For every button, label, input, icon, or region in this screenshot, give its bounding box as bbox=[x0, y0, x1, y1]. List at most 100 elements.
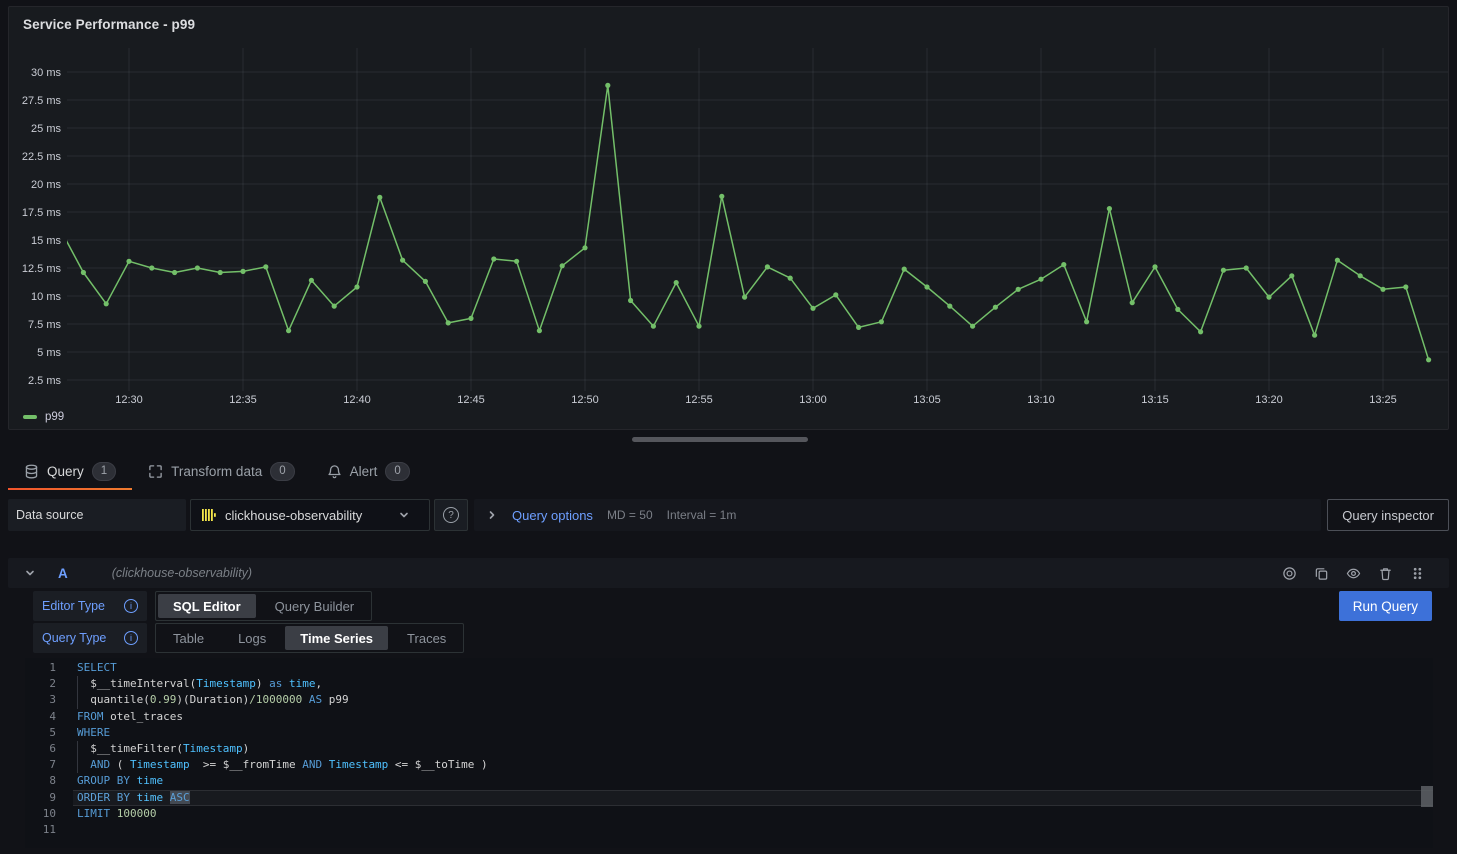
query-row-header[interactable]: A (clickhouse-observability) bbox=[8, 558, 1449, 588]
sql-code: quantile(0.99)(Duration)/1000000 AS p99 bbox=[77, 692, 349, 708]
tab-query-label: Query bbox=[47, 464, 84, 479]
sql-line-2[interactable]: 2 $__timeInterval(Timestamp) as time, bbox=[25, 676, 1433, 692]
y-axis-tick-label: 25 ms bbox=[31, 123, 61, 135]
sql-code: LIMIT 100000 bbox=[77, 806, 157, 822]
tab-query[interactable]: Query 1 bbox=[8, 452, 132, 490]
y-axis-tick-label: 30 ms bbox=[31, 67, 61, 79]
sql-line-6[interactable]: 6 $__timeFilter(Timestamp) bbox=[25, 741, 1433, 757]
sql-line-11[interactable]: 11 bbox=[25, 822, 1433, 838]
y-axis-tick-label: 20 ms bbox=[31, 179, 61, 191]
sql-line-1[interactable]: 1SELECT bbox=[25, 660, 1433, 676]
timeseries-panel: 30 ms27.5 ms25 ms22.5 ms20 ms17.5 ms15 m… bbox=[8, 6, 1449, 430]
x-axis-tick-label: 13:05 bbox=[913, 394, 941, 406]
chevron-down-icon bbox=[398, 509, 410, 521]
line-number: 8 bbox=[25, 773, 77, 789]
indent-guide bbox=[77, 741, 78, 757]
x-axis-tick-label: 13:00 bbox=[799, 394, 827, 406]
sql-line-9[interactable]: 9ORDER BY time ASC bbox=[25, 790, 1433, 806]
transform-icon bbox=[148, 464, 163, 479]
tab-transform-badge: 0 bbox=[270, 462, 294, 481]
datasource-label: Data source bbox=[8, 499, 186, 531]
editor-type-option-query-builder[interactable]: Query Builder bbox=[260, 594, 369, 618]
indent-guide bbox=[77, 757, 78, 773]
editor-scrollbar-thumb[interactable] bbox=[1421, 786, 1433, 807]
x-axis-tick-label: 12:50 bbox=[571, 394, 599, 406]
horizontal-scrollbar-thumb[interactable] bbox=[632, 437, 808, 442]
sql-line-3[interactable]: 3 quantile(0.99)(Duration)/1000000 AS p9… bbox=[25, 692, 1433, 708]
datasource-row: Data source clickhouse-observability ? Q… bbox=[8, 499, 1449, 531]
y-axis-tick-label: 7.5 ms bbox=[28, 319, 62, 331]
query-type-option-table[interactable]: Table bbox=[158, 626, 219, 650]
query-type-option-time-series[interactable]: Time Series bbox=[285, 626, 388, 650]
query-type-option-logs[interactable]: Logs bbox=[223, 626, 281, 650]
sql-lines: 1SELECT2 $__timeInterval(Timestamp) as t… bbox=[25, 658, 1433, 838]
y-axis-tick-label: 27.5 ms bbox=[22, 95, 62, 107]
line-number: 5 bbox=[25, 725, 77, 741]
chevron-right-icon[interactable] bbox=[486, 509, 498, 521]
x-axis-tick-label: 13:15 bbox=[1141, 394, 1169, 406]
question-circle-icon: ? bbox=[443, 507, 459, 523]
trash-icon[interactable] bbox=[1378, 566, 1393, 581]
indent-guide bbox=[77, 676, 78, 692]
record-circle-icon[interactable] bbox=[1282, 566, 1297, 581]
datasource-help-button[interactable]: ? bbox=[434, 499, 468, 531]
x-axis-tick-label: 13:25 bbox=[1369, 394, 1397, 406]
editor-type-radio-group: SQL Editor Query Builder bbox=[155, 591, 372, 621]
editor-type-option-sql-editor[interactable]: SQL Editor bbox=[158, 594, 256, 618]
tab-transform-data[interactable]: Transform data 0 bbox=[132, 452, 310, 490]
line-number: 4 bbox=[25, 709, 77, 725]
copy-icon[interactable] bbox=[1314, 566, 1329, 581]
sql-line-4[interactable]: 4FROM otel_traces bbox=[25, 709, 1433, 725]
eye-icon[interactable] bbox=[1346, 566, 1361, 581]
tab-query-badge: 1 bbox=[92, 462, 116, 481]
query-actions bbox=[1282, 566, 1425, 581]
collapse-chevron-icon[interactable] bbox=[24, 567, 36, 579]
run-query-button[interactable]: Run Query bbox=[1339, 591, 1432, 621]
query-options-interval: Interval = 1m bbox=[667, 508, 737, 522]
bell-icon bbox=[327, 464, 342, 479]
drag-handle-icon[interactable] bbox=[1410, 566, 1425, 581]
x-axis-tick-label: 13:10 bbox=[1027, 394, 1055, 406]
datasource-selected-value: clickhouse-observability bbox=[225, 508, 362, 523]
query-options-toggle[interactable]: Query options bbox=[512, 508, 593, 523]
editor-tabbar: Query 1 Transform data 0 Alert 0 bbox=[8, 452, 426, 490]
panel-title[interactable]: Service Performance - p99 bbox=[23, 17, 195, 32]
sql-line-8[interactable]: 8GROUP BY time bbox=[25, 773, 1433, 789]
query-options-strip: Query options MD = 50 Interval = 1m bbox=[474, 499, 1321, 531]
series-p99 bbox=[58, 83, 1431, 363]
sql-code: AND ( Timestamp >= $__fromTime AND Times… bbox=[77, 757, 488, 773]
sql-line-7[interactable]: 7 AND ( Timestamp >= $__fromTime AND Tim… bbox=[25, 757, 1433, 773]
query-type-row: Query Type i Table Logs Time Series Trac… bbox=[33, 623, 464, 653]
editor-type-row: Editor Type i SQL Editor Query Builder bbox=[33, 591, 372, 621]
datasource-picker[interactable]: clickhouse-observability bbox=[190, 499, 430, 531]
x-axis-tick-label: 12:55 bbox=[685, 394, 713, 406]
query-options-md: MD = 50 bbox=[607, 508, 653, 522]
sql-code: GROUP BY time bbox=[77, 773, 163, 789]
legend-series-label[interactable]: p99 bbox=[45, 411, 64, 423]
line-number: 9 bbox=[25, 790, 77, 806]
sql-code: WHERE bbox=[77, 725, 110, 741]
y-axis-tick-label: 15 ms bbox=[31, 235, 61, 247]
info-icon[interactable]: i bbox=[124, 599, 138, 613]
sql-code: FROM otel_traces bbox=[77, 709, 183, 725]
legend-series-swatch bbox=[23, 415, 37, 419]
query-type-label-text: Query Type bbox=[42, 631, 106, 645]
sql-code-editor[interactable]: 1SELECT2 $__timeInterval(Timestamp) as t… bbox=[25, 658, 1433, 848]
query-type-option-traces[interactable]: Traces bbox=[392, 626, 461, 650]
sql-line-10[interactable]: 10LIMIT 100000 bbox=[25, 806, 1433, 822]
tab-alert[interactable]: Alert 0 bbox=[311, 452, 426, 490]
y-axis-tick-label: 12.5 ms bbox=[22, 263, 62, 275]
sql-line-5[interactable]: 5WHERE bbox=[25, 725, 1433, 741]
info-icon[interactable]: i bbox=[124, 631, 138, 645]
line-number: 1 bbox=[25, 660, 77, 676]
query-type-label: Query Type i bbox=[33, 623, 147, 653]
query-type-radio-group: Table Logs Time Series Traces bbox=[155, 623, 464, 653]
sql-code: $__timeInterval(Timestamp) as time, bbox=[77, 676, 322, 692]
timeseries-chart[interactable]: 30 ms27.5 ms25 ms22.5 ms20 ms17.5 ms15 m… bbox=[9, 7, 1450, 431]
query-inspector-button[interactable]: Query inspector bbox=[1327, 499, 1449, 531]
clickhouse-logo-icon bbox=[201, 507, 217, 523]
tab-transform-label: Transform data bbox=[171, 464, 262, 479]
line-number: 3 bbox=[25, 692, 77, 708]
chart-legend: p99 bbox=[23, 411, 64, 423]
y-axis-tick-label: 22.5 ms bbox=[22, 151, 62, 163]
